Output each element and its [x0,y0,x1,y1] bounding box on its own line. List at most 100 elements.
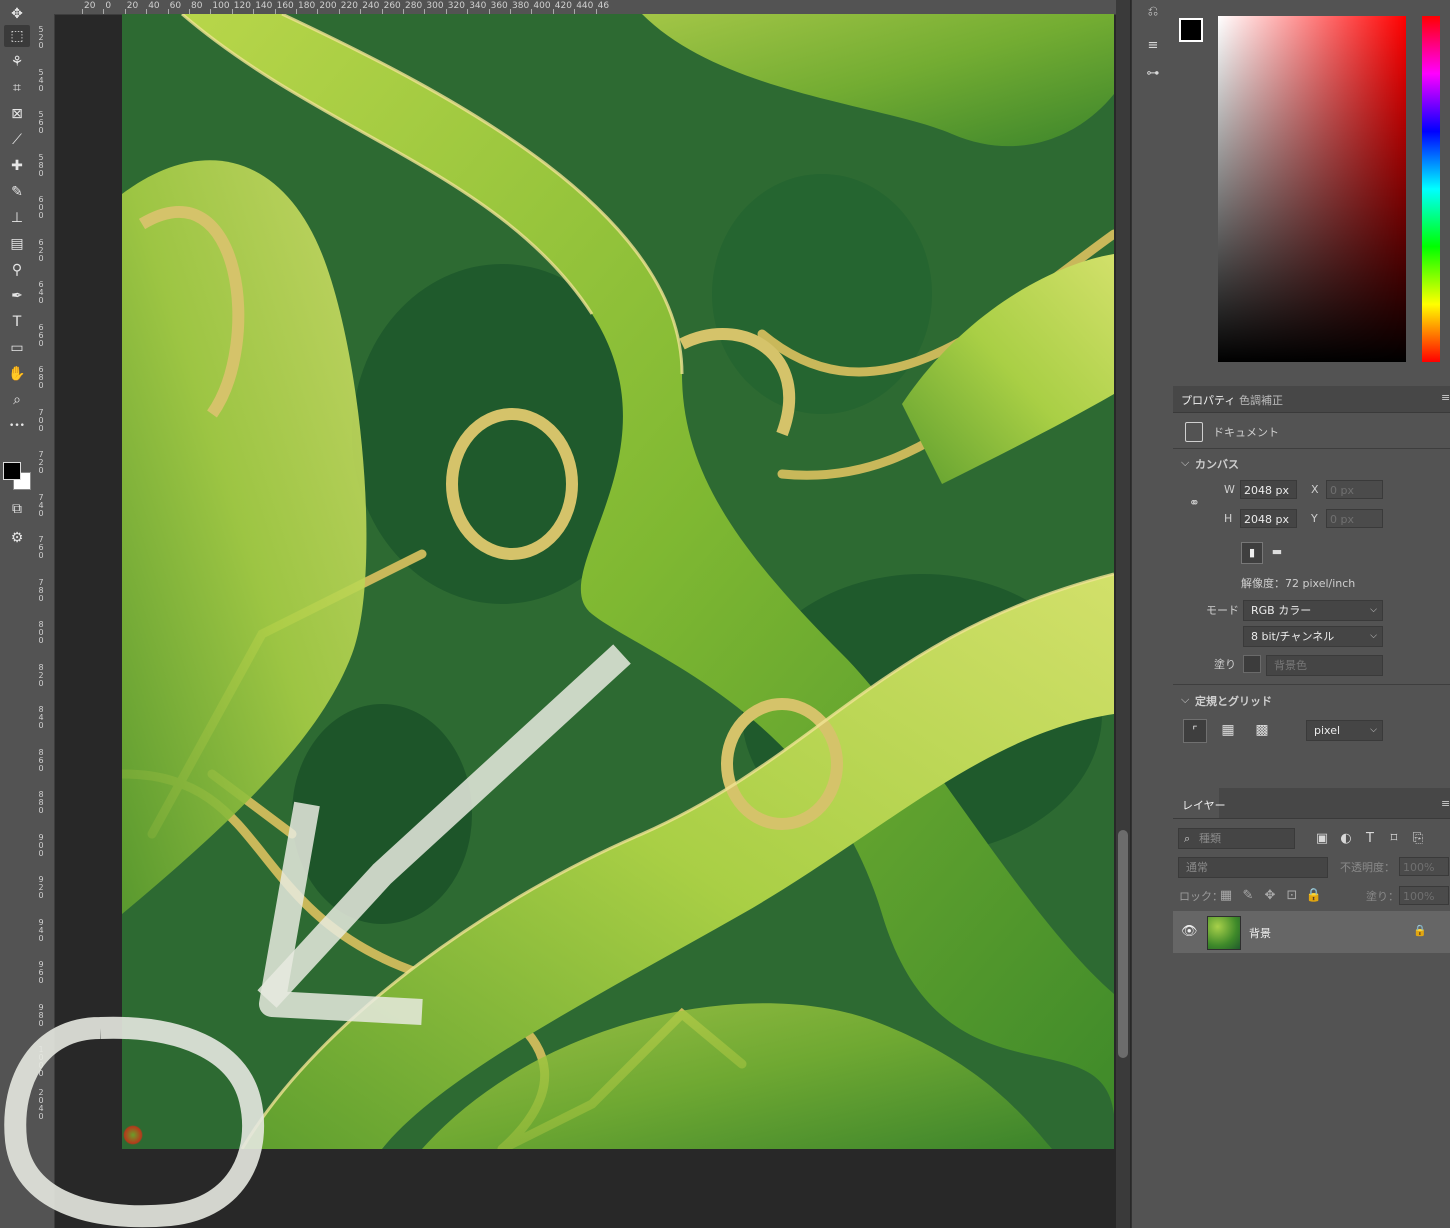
hand-icon[interactable]: ✋ [4,363,30,385]
vertical-scrollbar-thumb[interactable] [1118,830,1128,1058]
frame-icon[interactable]: ⊠ [4,103,30,125]
fill-select[interactable]: 背景色 [1266,655,1383,676]
ruler-tick-label: 440 [576,1,594,11]
ruler-tick-label: 140 [255,1,273,11]
marquee-icon[interactable]: ⬚ [4,25,30,47]
ruler-tick-label: 320 [447,1,465,11]
lock-artboard-icon[interactable]: ⊡ [1281,884,1303,906]
ruler-icon[interactable]: ⌜ [1183,719,1207,743]
blend-mode-select[interactable]: 通常 [1178,857,1328,878]
layer-name: 背景 [1249,927,1271,940]
hue-slider[interactable] [1422,16,1440,362]
x-field[interactable]: 0 px [1326,480,1383,499]
chevron-down-icon[interactable]: ⌵ [1181,693,1189,707]
rectangle-icon[interactable]: ▭ [4,337,30,359]
mode-select[interactable]: RGB カラー ⌵ [1243,600,1383,621]
screen-mode-icon[interactable]: ⧉ [4,498,30,520]
quick-mask-icon[interactable]: ⚙ [4,527,30,549]
link-icon[interactable]: ⚭ [1189,496,1200,511]
guides-icon[interactable]: ▩ [1251,719,1273,741]
adjustments-icon[interactable]: ⊶ [1142,62,1164,84]
more-tools-icon[interactable]: ••• [4,415,30,437]
lock-position-icon[interactable]: ✥ [1259,884,1281,906]
filter-pixel-icon[interactable]: ▣ [1311,827,1333,849]
properties-tabs: プロパティ 色調補正 ≡ [1173,386,1450,413]
foreground-color-swatch[interactable] [3,462,21,480]
ruler-tick-label: 540 [38,67,44,93]
eyedropper-icon[interactable]: ⟋ [4,129,30,151]
lock-pixels-icon[interactable]: ✎ [1237,884,1259,906]
ruler-tick-label: 46 [597,1,610,11]
color-field[interactable] [1218,16,1406,362]
layers-header: レイヤー ≡ [1173,788,1450,819]
filter-type-icon[interactable]: T [1359,827,1381,849]
unit-select[interactable]: pixel ⌵ [1306,720,1383,741]
chevron-down-icon[interactable]: ⌵ [1181,456,1189,470]
gradient-icon[interactable]: ▤ [4,233,30,255]
layer-row[interactable]: 👁 背景 🔒 [1173,911,1450,953]
ruler-tick-label: 80 [191,1,203,11]
canvas-corner-thumbnail [123,1125,143,1145]
bit-depth-select[interactable]: 8 bit/チャンネル ⌵ [1243,626,1383,647]
crop-icon[interactable]: ⌗ [4,77,30,99]
portrait-icon[interactable]: ▮ [1241,542,1263,564]
ruler-tick-label: 280 [405,1,423,11]
pen-icon[interactable]: ✒ [4,285,30,307]
tab-properties[interactable]: プロパティ [1181,392,1235,408]
quick-select-icon[interactable]: ⚘ [4,51,30,73]
history-icon[interactable]: ⎌ [1142,0,1164,22]
type-icon[interactable]: T [4,311,30,333]
filter-shape-icon[interactable]: ⌑ [1383,827,1405,849]
ruler-tick-label: 120 [233,1,251,11]
layer-thumbnail [1207,916,1241,950]
foreground-color-swatch[interactable] [1179,18,1203,42]
brush-settings-icon[interactable]: ≡ [1142,34,1164,56]
fill-color-swatch[interactable] [1243,655,1261,673]
document-canvas[interactable] [122,14,1114,1149]
tab-layers[interactable]: レイヤー [1182,797,1226,813]
opacity-field[interactable]: 100% [1399,857,1449,876]
panel-menu-icon[interactable]: ≡ [1441,391,1450,404]
ruler-tick-label: 900 [38,832,44,858]
height-field[interactable]: 2048 px [1240,509,1297,528]
ruler-tick-label: 880 [38,790,44,815]
clone-stamp-icon[interactable]: ⊥ [4,207,30,229]
ruler-tick-label: 820 [38,662,44,688]
zoom-icon[interactable]: ⌕ [4,389,30,411]
y-field[interactable]: 0 px [1326,509,1383,528]
lock-transparent-icon[interactable]: ▦ [1215,884,1237,906]
right-panel: プロパティ 色調補正 ≡ ドキュメント ⌵ カンバス W 2048 px X 0… [1173,0,1450,1228]
height-label: H [1224,512,1233,525]
grid-icon[interactable]: ▦ [1217,719,1239,741]
tab-adjustments[interactable]: 色調補正 [1239,392,1283,408]
panel-menu-icon[interactable]: ≡ [1441,797,1450,810]
lock-all-icon[interactable]: 🔒 [1303,884,1325,906]
dodge-icon[interactable]: ⚲ [4,259,30,281]
filter-smart-object-icon[interactable]: ⎘ [1407,827,1429,849]
ruler-tick-label: 300 [426,1,444,11]
eye-icon[interactable]: 👁 [1181,924,1198,939]
bit-depth-value: 8 bit/チャンネル [1251,630,1335,643]
ruler-tick-label: 720 [38,450,44,475]
healing-brush-icon[interactable]: ✚ [4,155,30,177]
ruler-tick [103,9,105,14]
landscape-icon[interactable]: ▬ [1267,542,1287,562]
layer-filter-select[interactable]: ⌕ 種類 [1178,828,1295,849]
move-icon[interactable]: ✥ [4,3,30,25]
fill-opacity-field[interactable]: 100% [1399,886,1449,905]
blend-mode-value: 通常 [1186,861,1208,874]
brush-icon[interactable]: ✎ [4,181,30,203]
layer-filter-placeholder: 種類 [1199,832,1221,845]
ruler-tick-label: 0 [105,1,112,11]
rulers-grid-section-title: 定規とグリッド [1195,695,1272,708]
chevron-down-icon: ⌵ [1370,631,1377,641]
ruler-tick-label: 340 [469,1,487,11]
panel-dock-strip: ⎌ ≡ ⊶ [1131,0,1175,1228]
x-label: X [1311,483,1319,496]
width-field[interactable]: 2048 px [1240,480,1297,499]
ruler-tick-label: 620 [38,237,44,263]
resolution-text: 解像度：72 pixel/inch [1241,577,1356,590]
ruler-tick-label: 800 [38,620,44,645]
filter-adjustment-icon[interactable]: ◐ [1335,827,1357,849]
width-label: W [1224,483,1235,496]
